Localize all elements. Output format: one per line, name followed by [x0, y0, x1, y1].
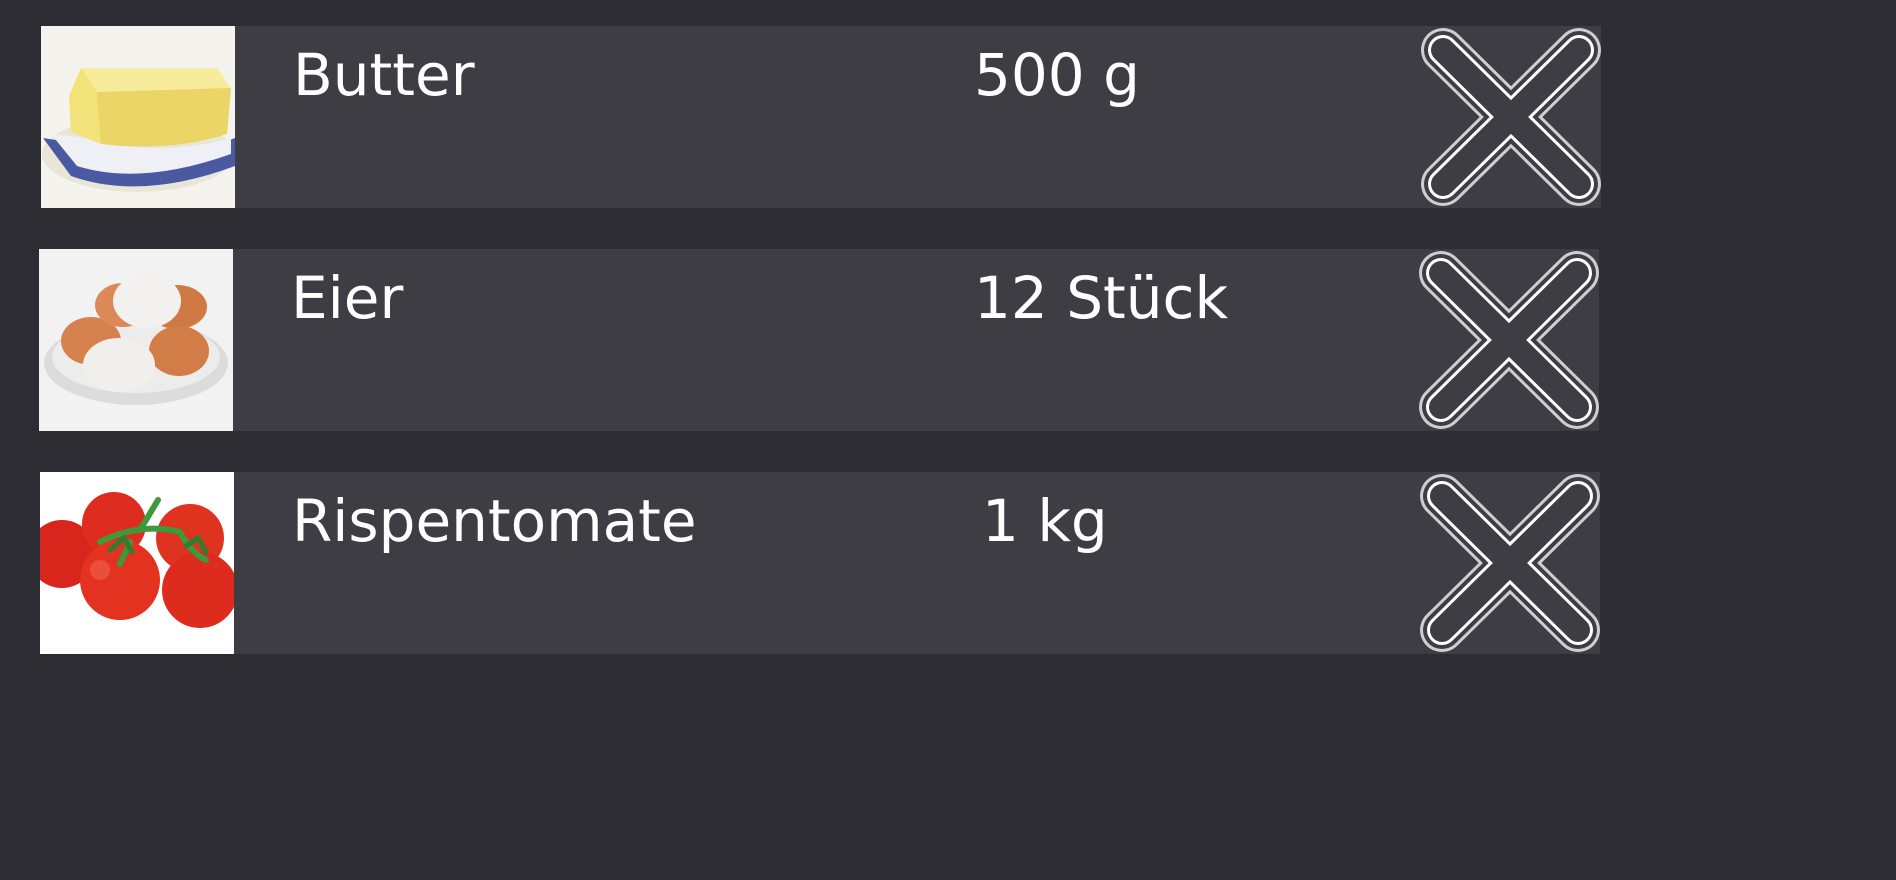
remove-item-button[interactable]: [1421, 28, 1601, 206]
list-item-tomatoes[interactable]: Rispentomate 1 kg: [40, 472, 1600, 654]
close-icon: [1419, 251, 1599, 429]
butter-image: [41, 26, 235, 208]
list-item-eggs[interactable]: Eier 12 Stück: [39, 249, 1599, 431]
item-name: Eier: [291, 264, 404, 332]
close-icon: [1420, 474, 1600, 652]
close-icon: [1421, 28, 1601, 206]
item-quantity: 1 kg: [982, 487, 1108, 555]
tomatoes-image: [40, 472, 234, 654]
remove-item-button[interactable]: [1420, 474, 1600, 652]
item-name: Butter: [293, 41, 475, 109]
list-item-butter[interactable]: Butter 500 g: [41, 26, 1601, 208]
item-quantity: 12 Stück: [974, 264, 1229, 332]
item-quantity: 500 g: [974, 41, 1140, 109]
remove-item-button[interactable]: [1419, 251, 1599, 429]
item-name: Rispentomate: [292, 487, 697, 555]
eggs-image: [39, 249, 233, 431]
